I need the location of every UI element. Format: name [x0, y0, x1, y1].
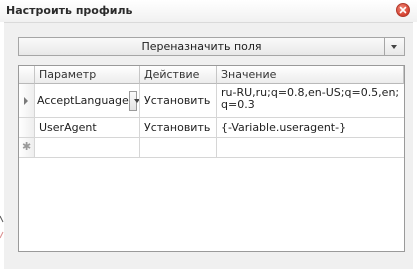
grid-header-row: Параметр Действие Значение: [19, 66, 404, 84]
table-row[interactable]: AcceptLanguage Установить ru-RU,ru;q=0.8…: [19, 84, 404, 118]
new-row[interactable]: ✱: [19, 138, 404, 158]
action-value: Установить: [144, 94, 211, 107]
parameter-dropdown-button[interactable]: [128, 90, 139, 111]
reassign-fields-label: Переназначить поля: [141, 40, 262, 53]
value-cell[interactable]: {-Variable.useragent-}: [217, 118, 404, 138]
row-header[interactable]: ✱: [19, 138, 35, 158]
close-icon: [399, 6, 407, 14]
title-bar: Настроить профиль: [0, 0, 417, 22]
column-header-action[interactable]: Действие: [140, 66, 217, 84]
table-row[interactable]: UserAgent Установить {-Variable.useragen…: [19, 118, 404, 138]
action-cell[interactable]: Установить: [140, 118, 217, 138]
value-cell[interactable]: ru-RU,ru;q=0.8,en-US;q=0.5,en;q=0.3: [217, 84, 404, 118]
parameter-combo[interactable]: AcceptLanguage: [35, 84, 140, 118]
profile-parameters-grid: Параметр Действие Значение AcceptLanguag…: [18, 65, 405, 252]
current-row-icon: [24, 97, 28, 105]
new-row-icon: ✱: [22, 140, 32, 153]
parameter-cell[interactable]: UserAgent: [35, 118, 140, 138]
action-cell[interactable]: Установить: [140, 84, 217, 118]
window-title: Настроить профиль: [6, 4, 133, 17]
reassign-dropdown-button[interactable]: [385, 37, 405, 56]
chevron-down-icon: [391, 45, 397, 49]
close-button[interactable]: [396, 3, 410, 17]
parameter-value: AcceptLanguage: [37, 94, 129, 107]
chevron-down-icon: [133, 98, 139, 103]
column-header-parameter[interactable]: Параметр: [35, 66, 140, 84]
row-header[interactable]: [19, 118, 35, 138]
dialog-body: Переназначить поля Параметр Действие Зна…: [4, 22, 413, 269]
parameter-cell[interactable]: [35, 138, 140, 158]
action-cell[interactable]: [140, 138, 217, 158]
column-header-value[interactable]: Значение: [217, 66, 404, 84]
value-cell[interactable]: [217, 138, 404, 158]
reassign-fields-button[interactable]: Переназначить поля: [18, 37, 385, 56]
row-header-corner: [19, 66, 35, 84]
row-header[interactable]: [19, 84, 35, 118]
